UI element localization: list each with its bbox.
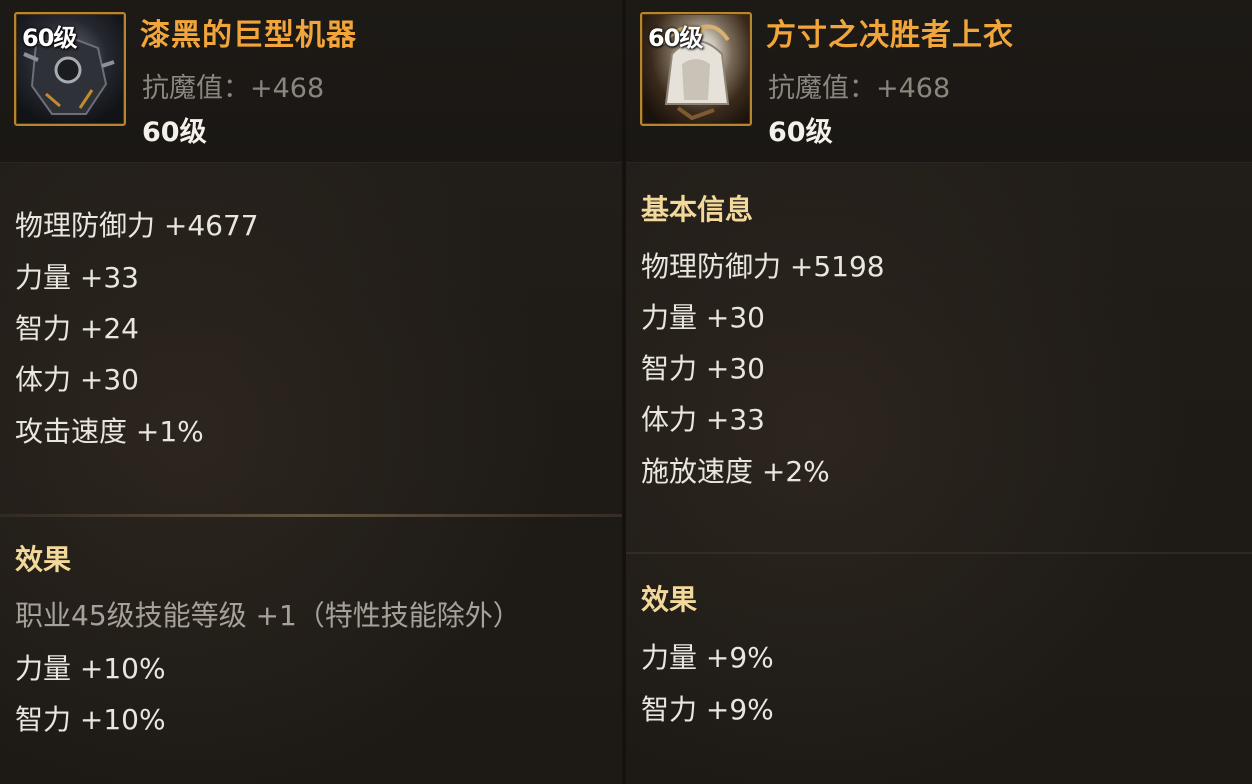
effect-line: 职业45级技能等级 +1（特性技能除外） (15, 599, 521, 632)
stat-line: 智力 +30 (641, 352, 765, 385)
item-tooltip-right: 60级 方寸之决胜者上衣 抗魔值：+468 60级 基本信息 物理防御力 +51… (626, 0, 1252, 784)
effect-section-title: 效果 (641, 583, 698, 616)
item-header: 60级 方寸之决胜者上衣 抗魔值：+468 60级 (626, 0, 1252, 163)
required-level: 60级 (142, 117, 207, 148)
magic-resist-value: 抗魔值：+468 (768, 73, 951, 104)
stat-line: 攻击速度 +1% (15, 415, 204, 448)
stat-line: 力量 +30 (641, 301, 765, 334)
stat-line: 体力 +33 (641, 403, 765, 436)
item-name: 方寸之决胜者上衣 (766, 18, 1014, 53)
item-tooltip-left: 60级 漆黑的巨型机器 抗魔值：+468 60级 物理防御力 +4677 力量 … (0, 0, 622, 784)
stat-line: 智力 +24 (15, 312, 139, 345)
item-name: 漆黑的巨型机器 (140, 18, 357, 53)
stat-line: 物理防御力 +4677 (15, 209, 259, 242)
effect-section-title: 效果 (15, 543, 72, 576)
magic-resist-value: 抗魔值：+468 (142, 73, 325, 104)
effect-line: 智力 +9% (641, 693, 774, 726)
effect-line: 力量 +9% (641, 641, 774, 674)
required-level: 60级 (768, 117, 833, 148)
section-divider (0, 514, 622, 517)
stat-line: 物理防御力 +5198 (641, 250, 885, 283)
effect-line: 力量 +10% (15, 652, 166, 685)
icon-level-label: 60级 (648, 24, 703, 52)
effect-line: 智力 +10% (15, 703, 166, 736)
basic-info-title: 基本信息 (641, 193, 754, 226)
stat-line: 体力 +30 (15, 363, 139, 396)
armor-mech-icon[interactable]: 60级 (14, 12, 126, 126)
stat-line: 力量 +33 (15, 261, 139, 294)
item-header: 60级 漆黑的巨型机器 抗魔值：+468 60级 (0, 0, 622, 163)
armor-coat-icon[interactable]: 60级 (640, 12, 752, 126)
icon-level-label: 60级 (22, 24, 77, 52)
stat-line: 施放速度 +2% (641, 455, 830, 488)
section-divider (626, 552, 1252, 554)
